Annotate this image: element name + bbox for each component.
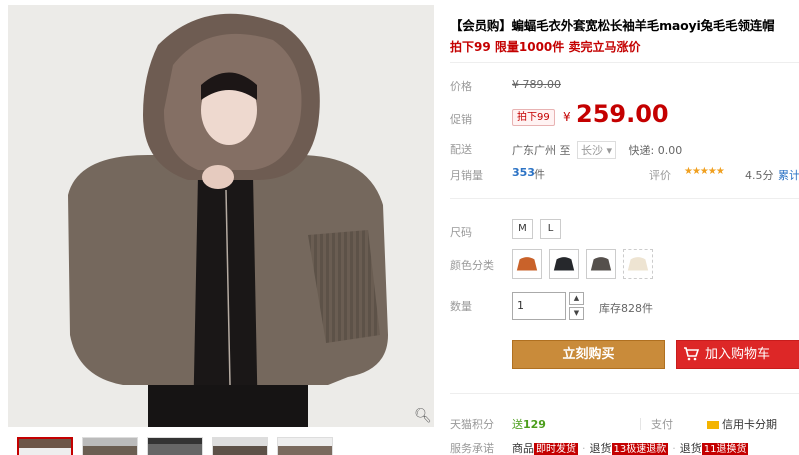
points-label: 天猫积分 [450, 418, 494, 431]
size-label: 尺码 [450, 226, 472, 239]
buy-now-button[interactable]: 立刻购买 [512, 340, 665, 369]
chevron-up-icon[interactable]: ▲ [569, 292, 584, 305]
size-options: M L [512, 219, 561, 239]
promo-label: 促销 [450, 113, 472, 126]
promo-line: 拍下99 限量1000件 卖完立马涨价 [450, 40, 641, 54]
magnifier-icon[interactable]: 🔍︎ [414, 407, 432, 425]
add-to-cart-button[interactable]: 加入购物车 [676, 340, 799, 369]
rating-label: 评价 [649, 169, 671, 182]
price-symbol: ¥ [563, 110, 571, 124]
color-option-gray[interactable] [586, 249, 616, 279]
shipping-info: 广东广州 至 长沙 ▾ 快递: 0.00 [512, 141, 682, 159]
add-to-cart-label: 加入购物车 [705, 347, 771, 362]
credit-card-icon [707, 421, 719, 429]
size-option-l[interactable]: L [540, 219, 561, 239]
rating-score: 4.5分 [745, 169, 774, 182]
product-info-panel: 【会员购】蝙蝠毛衣外套宽松长袖羊毛maoyi兔毛毛领连帽 拍下99 限量1000… [450, 0, 799, 455]
thumbnail-5[interactable] [277, 437, 333, 455]
points-value: 送129 [512, 418, 546, 431]
current-price: 259.00 [576, 100, 669, 128]
sales-label: 月销量 [450, 169, 483, 182]
divider [450, 198, 799, 199]
thumbnail-4[interactable] [212, 437, 268, 455]
fast-refund-badge[interactable]: 13极速退款 [611, 443, 669, 455]
thumbnail-1[interactable] [17, 437, 73, 455]
return-badge[interactable]: 11退换货 [701, 443, 749, 455]
color-option-orange[interactable] [512, 249, 542, 279]
divider [640, 418, 641, 430]
credit-installment[interactable]: 信用卡分期 [707, 416, 777, 432]
pay-label: 支付 [651, 418, 673, 431]
promo-tag: 拍下99 [512, 109, 555, 126]
city-selector[interactable]: 长沙 ▾ [577, 141, 617, 159]
shipping-label: 配送 [450, 143, 472, 156]
original-price: ¥ 789.00 [512, 78, 561, 91]
color-options [512, 249, 653, 279]
shipping-fee: 快递: 0.00 [628, 144, 683, 157]
quantity-input[interactable]: 1 [512, 292, 566, 320]
instant-ship-badge[interactable]: 即时发货 [534, 443, 578, 455]
review-count-link[interactable]: 累计 [778, 167, 799, 183]
chevron-down-icon[interactable]: ▼ [569, 307, 584, 320]
product-title: 【会员购】蝙蝠毛衣外套宽松长袖羊毛maoyi兔毛毛领连帽 [450, 18, 775, 33]
ship-from: 广东广州 [512, 144, 556, 157]
size-option-m[interactable]: M [512, 219, 533, 239]
ship-to-word: 至 [559, 144, 571, 157]
cart-icon [684, 347, 699, 361]
color-option-black[interactable] [549, 249, 579, 279]
service-promises: 商品 即时发货 · 退货 13极速退款 · 退货 11退换货 [512, 442, 749, 455]
thumbnail-strip [17, 437, 333, 455]
model-photo [8, 5, 434, 427]
rating-stars-icon: ★★★★★ [684, 166, 725, 177]
thumbnail-3[interactable] [147, 437, 203, 455]
sales-unit: 件 [534, 168, 545, 181]
product-main-image[interactable]: 🔍︎ [8, 5, 434, 427]
color-option-cream[interactable] [623, 249, 653, 279]
quantity-label: 数量 [450, 300, 472, 313]
price-label: 价格 [450, 80, 472, 93]
thumbnail-2[interactable] [82, 437, 138, 455]
stock-count: 库存828件 [599, 302, 653, 315]
color-label: 颜色分类 [450, 259, 494, 272]
service-label: 服务承诺 [450, 442, 494, 455]
divider [450, 62, 799, 63]
monthly-sales: 353 [512, 166, 535, 179]
divider [450, 393, 799, 394]
